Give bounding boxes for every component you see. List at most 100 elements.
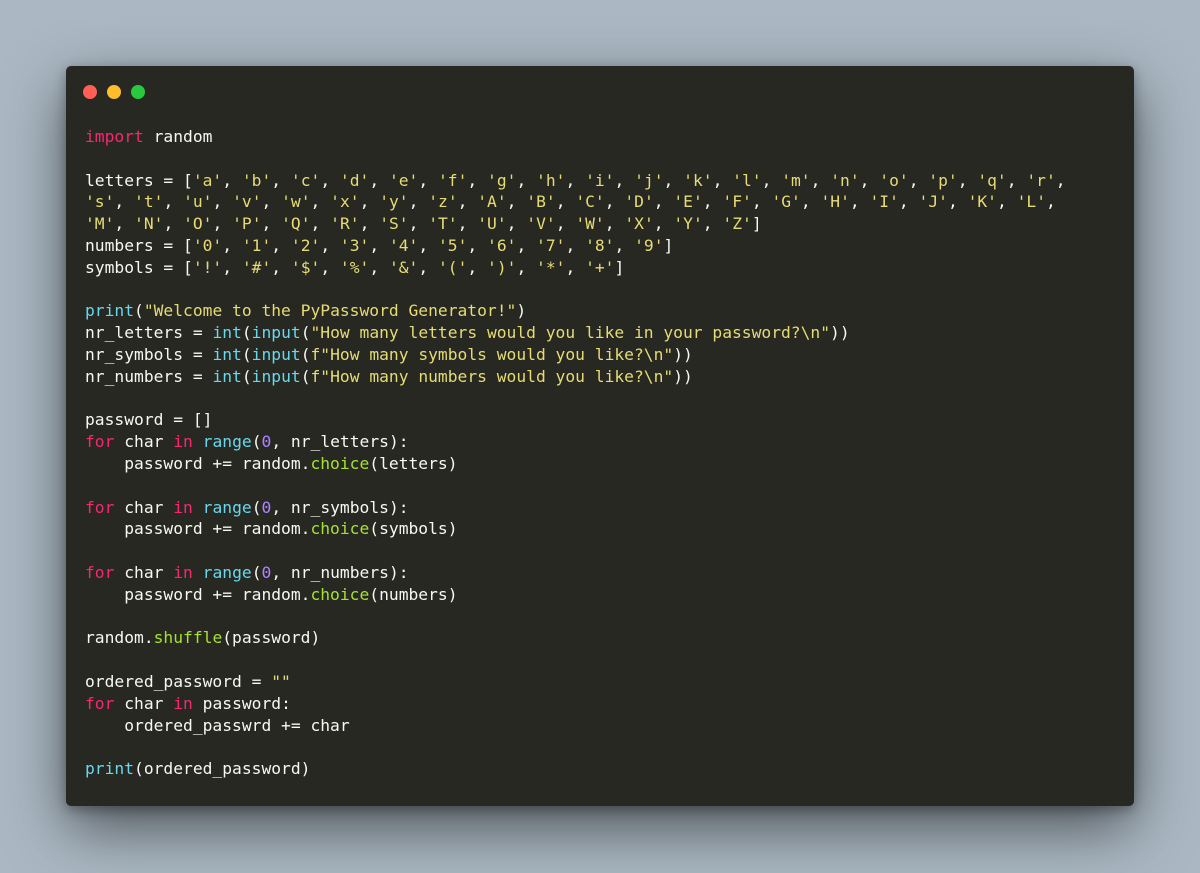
function-token: shuffle (153, 628, 223, 648)
string-token: 'm' (781, 170, 811, 190)
code-line: nr_symbols = int(input(f"How many symbol… (85, 344, 1066, 366)
string-token: 'D' (624, 192, 654, 212)
code-text: , nr_letters): (271, 432, 409, 452)
string-token: "" (271, 671, 291, 691)
string-token: 'T' (428, 214, 458, 234)
code-text: password: (192, 693, 291, 713)
string-token: 'M' (85, 214, 115, 234)
code-text: , (565, 170, 586, 190)
code-text: random. (85, 628, 154, 648)
code-text: , (751, 192, 772, 212)
code-line: nr_numbers = int(input(f"How many number… (85, 366, 1066, 388)
code-text: ordered_passwrd += char (85, 715, 350, 735)
code-text: , (663, 170, 684, 190)
code-text: , (516, 235, 537, 255)
string-token: 'n' (830, 170, 860, 190)
code-line: numbers = ['0', '1', '2', '3', '4', '5',… (85, 235, 1066, 257)
code-line: symbols = ['!', '#', '$', '%', '&', '(',… (85, 257, 1066, 279)
code-text: , (418, 235, 438, 255)
string-token: '7' (536, 235, 566, 255)
close-button[interactable] (83, 85, 97, 99)
code-text: (symbols) (369, 519, 458, 539)
builtin-token: int (212, 366, 242, 386)
string-token: 'V' (526, 214, 556, 234)
builtin-token: print (85, 301, 135, 321)
code-text: , (320, 257, 340, 277)
string-token: 'E' (673, 192, 703, 212)
code-text: , (761, 170, 782, 190)
code-line: password += random.choice(numbers) (85, 584, 1066, 606)
builtin-token: range (202, 432, 252, 452)
string-token: 'q' (977, 170, 1007, 190)
code-text: numbers = [ (85, 235, 193, 255)
code-text: password += random. (85, 453, 311, 473)
code-text: , (947, 192, 968, 212)
string-token: 'H' (820, 192, 850, 212)
code-text: (letters) (369, 453, 458, 473)
string-token: 'o' (879, 170, 909, 190)
string-token: '1' (241, 235, 272, 255)
code-text: , (908, 170, 929, 190)
code-text: , (859, 170, 880, 190)
code-text: ( (300, 323, 311, 343)
string-token: 'X' (624, 214, 654, 234)
string-token: '5' (437, 235, 468, 255)
code-text: ( (241, 323, 252, 343)
string-token: 'A' (477, 192, 507, 212)
code-text: , (516, 257, 537, 277)
code-text: , (712, 170, 733, 190)
string-token: 'W' (575, 214, 605, 234)
builtin-token: print (85, 759, 135, 779)
minimize-button[interactable] (107, 85, 121, 99)
maximize-button[interactable] (131, 85, 145, 99)
code-line: random.shuffle(password) (85, 627, 1066, 649)
code-text: , (516, 170, 537, 190)
string-token: f"How many symbols would you like?\n" (310, 344, 674, 364)
code-text: ( (251, 497, 262, 517)
code-text: , (369, 235, 389, 255)
code-text: , (457, 192, 478, 212)
code-text: , (898, 192, 919, 212)
string-token: 'w' (281, 192, 311, 212)
code-text: , (408, 214, 429, 234)
code-text: symbols = [ (85, 257, 193, 277)
code-text: , (222, 170, 242, 190)
string-token: 'p' (928, 170, 958, 190)
code-line: print("Welcome to the PyPassword Generat… (85, 300, 1066, 322)
code-text: , (418, 170, 438, 190)
code-text: ( (251, 432, 262, 452)
builtin-token: range (202, 497, 252, 517)
code-text: , (418, 257, 438, 277)
code-text: , (506, 192, 527, 212)
string-token: 'j' (634, 170, 664, 190)
code-text: , (614, 235, 635, 255)
builtin-token: int (212, 323, 242, 343)
code-text: nr_letters = (85, 323, 213, 343)
code-text: char (114, 497, 174, 517)
code-line: for char in range(0, nr_letters): (85, 431, 1066, 453)
code-text: , (212, 192, 233, 212)
string-token: '!' (192, 257, 223, 277)
code-text: password = [] (85, 410, 213, 430)
string-token: f"How many numbers would you like?\n" (310, 366, 674, 386)
code-line: import random (85, 126, 1066, 148)
string-token: '*' (536, 257, 566, 277)
code-text: , (222, 235, 242, 255)
code-line: password += random.choice(letters) (85, 453, 1066, 475)
code-text: , (261, 214, 282, 234)
keyword-token: for (85, 562, 115, 582)
code-line: for char in range(0, nr_symbols): (85, 497, 1066, 519)
code-text: nr_numbers = (85, 366, 213, 386)
code-text: , (320, 170, 340, 190)
code-text: , (359, 192, 380, 212)
code-text: , (369, 257, 389, 277)
code-text: , (310, 192, 331, 212)
code-text: , (810, 170, 831, 190)
function-token: choice (310, 519, 370, 539)
string-token: '#' (241, 257, 272, 277)
